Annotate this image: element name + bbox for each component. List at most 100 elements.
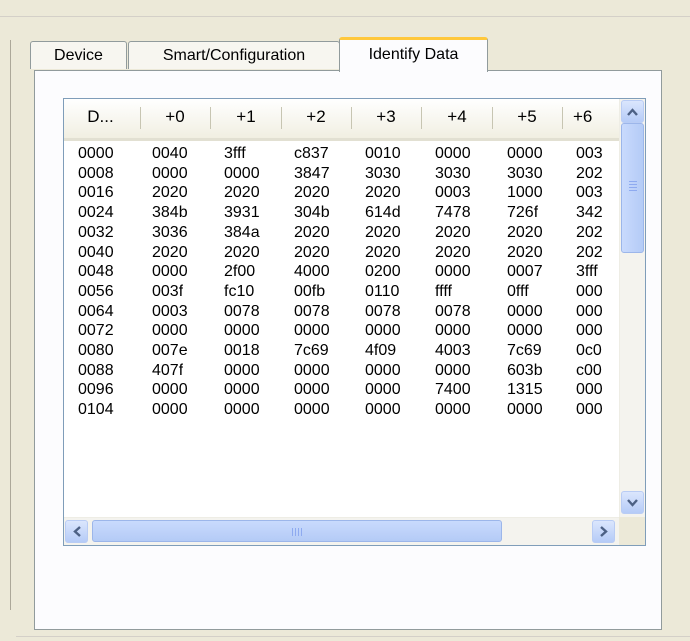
- grip-line: [298, 528, 299, 536]
- table-row[interactable]: 0040 2020 2020 2020 2020 2020 2020 202: [64, 243, 619, 262]
- tab-identify-data[interactable]: Identify Data: [339, 37, 488, 72]
- hex-value-cell: 0000: [152, 322, 188, 340]
- hex-value-cell: 0fff: [507, 282, 529, 300]
- hex-value-cell: 202: [576, 164, 603, 182]
- hex-value-cell: 0000: [294, 401, 330, 419]
- top-divider: [0, 16, 690, 17]
- identify-data-listview[interactable]: D... +0 +1 +2 +3 +4 +5 +6 0000 0040 3fff c8…: [63, 98, 646, 546]
- column-header-plus2[interactable]: +2: [282, 99, 350, 138]
- hex-value-cell: 0000: [507, 302, 543, 320]
- hex-value-cell: 0000: [224, 381, 260, 399]
- row-offset-cell: 0096: [78, 381, 114, 399]
- table-body: 0000 0040 3fff c837 0010 0000 0000 003 0008 0000 0…: [64, 144, 619, 514]
- hex-value-cell: 0000: [152, 164, 188, 182]
- table-row[interactable]: 0104 0000 0000 0000 0000 0000 0000 000: [64, 400, 619, 419]
- hex-value-cell: 003f: [152, 282, 184, 300]
- hex-value-cell: 7400: [435, 381, 471, 399]
- table-row[interactable]: 0064 0003 0078 0078 0078 0078 0000 000: [64, 302, 619, 321]
- vertical-scroll-thumb[interactable]: [621, 123, 644, 253]
- row-offset-cell: 0056: [78, 282, 114, 300]
- tab-device[interactable]: Device: [30, 41, 127, 69]
- hex-value-cell: 0018: [224, 342, 260, 359]
- table-row[interactable]: 0008 0000 0000 3847 3030 3030 3030 202: [64, 164, 619, 183]
- column-header-offset[interactable]: D...: [64, 99, 137, 138]
- row-offset-cell: 0088: [78, 361, 114, 379]
- hex-value-cell: 0003: [152, 302, 188, 320]
- row-offset-cell: 0072: [78, 322, 114, 340]
- hex-value-cell: 1315: [507, 381, 543, 399]
- horizontal-scroll-thumb[interactable]: [92, 520, 502, 542]
- arrow-down-icon[interactable]: [621, 491, 644, 514]
- grip-line: [292, 528, 293, 536]
- hex-value-cell: 7c69: [507, 342, 542, 359]
- hex-value-cell: 2020: [507, 223, 543, 241]
- arrow-up-icon[interactable]: [621, 100, 644, 123]
- row-offset-cell: 0080: [78, 342, 114, 359]
- hex-value-cell: 0000: [152, 263, 188, 281]
- table-row[interactable]: 0024 384b 3931 304b 614d 7478 726f 342: [64, 203, 619, 222]
- hex-value-cell: 0000: [507, 322, 543, 340]
- hex-value-cell: 4003: [435, 342, 471, 359]
- hex-value-cell: 007e: [152, 342, 188, 359]
- hex-value-cell: 0000: [224, 401, 260, 419]
- arrow-right-icon[interactable]: [592, 520, 615, 543]
- column-header-plus0[interactable]: +0: [141, 99, 209, 138]
- hex-value-cell: 0010: [365, 145, 401, 162]
- column-header-plus6[interactable]: +6: [563, 99, 619, 138]
- table-row[interactable]: 0072 0000 0000 0000 0000 0000 0000 000: [64, 321, 619, 340]
- horizontal-scrollbar[interactable]: [64, 517, 619, 545]
- arrow-left-icon[interactable]: [65, 520, 88, 543]
- hex-value-cell: 0007: [507, 263, 543, 281]
- hex-value-cell: 0000: [435, 145, 471, 162]
- column-header-plus3[interactable]: +3: [352, 99, 420, 138]
- hex-value-cell: 000: [576, 302, 603, 320]
- table-row[interactable]: 0048 0000 2f00 4000 0200 0000 0007 3fff: [64, 262, 619, 281]
- hex-value-cell: 3fff: [224, 145, 246, 162]
- hex-value-cell: 0110: [365, 282, 400, 300]
- grip-line: [629, 190, 637, 191]
- hex-value-cell: 0000: [365, 322, 401, 340]
- hex-value-cell: 202: [576, 223, 603, 241]
- tab-smart-configuration[interactable]: Smart/Configuration: [128, 41, 340, 69]
- hex-value-cell: 2020: [294, 223, 330, 241]
- hex-value-cell: 0000: [224, 322, 260, 340]
- hex-value-cell: 342: [576, 204, 603, 222]
- hex-value-cell: 003: [576, 145, 603, 162]
- hex-value-cell: 2020: [365, 243, 401, 261]
- hex-value-cell: 2f00: [224, 263, 256, 281]
- hex-value-cell: 0078: [365, 302, 401, 320]
- hex-value-cell: 3931: [224, 204, 260, 222]
- table-row[interactable]: 0056 003f fc10 00fb 0110 ffff 0fff 000: [64, 282, 619, 301]
- table-row[interactable]: 0096 0000 0000 0000 0000 7400 1315 000: [64, 380, 619, 399]
- column-header: D... +0 +1 +2 +3 +4 +5 +6: [64, 99, 619, 141]
- hex-value-cell: 0000: [365, 381, 401, 399]
- table-row[interactable]: 0088 407f 0000 0000 0000 0000 603b c00: [64, 361, 619, 380]
- column-header-plus1[interactable]: +1: [211, 99, 281, 138]
- hex-value-cell: 2020: [294, 184, 330, 202]
- hex-value-cell: 407f: [152, 361, 184, 379]
- hex-value-cell: ffff: [435, 282, 452, 300]
- grip-line: [301, 528, 302, 536]
- table-row[interactable]: 0016 2020 2020 2020 2020 0003 1000 003: [64, 183, 619, 202]
- table-row[interactable]: 0080 007e 0018 7c69 4f09 4003 7c69 0c0: [64, 341, 619, 360]
- hex-value-cell: 0000: [294, 381, 330, 399]
- hex-value-cell: 603b: [507, 361, 543, 379]
- scrollbar-corner: [619, 517, 645, 545]
- hex-value-cell: 0000: [435, 361, 471, 379]
- hex-value-cell: 1000: [507, 184, 543, 202]
- hex-value-cell: 000: [576, 381, 603, 399]
- table-row[interactable]: 0000 0040 3fff c837 0010 0000 0000 003: [64, 144, 619, 163]
- hex-value-cell: 0078: [435, 302, 471, 320]
- hex-value-cell: 2020: [294, 243, 330, 261]
- vertical-scrollbar[interactable]: [619, 99, 645, 517]
- hex-value-cell: 0000: [365, 361, 401, 379]
- table-row[interactable]: 0032 3036 384a 2020 2020 2020 2020 202: [64, 223, 619, 242]
- hex-value-cell: 0000: [365, 401, 401, 419]
- column-header-plus4[interactable]: +4: [422, 99, 492, 138]
- hex-value-cell: 0000: [152, 401, 188, 419]
- hex-value-cell: 2020: [224, 184, 260, 202]
- hex-value-cell: 4000: [294, 263, 330, 281]
- grip-line: [629, 187, 637, 188]
- column-header-plus5[interactable]: +5: [493, 99, 561, 138]
- hex-value-cell: 3030: [365, 164, 401, 182]
